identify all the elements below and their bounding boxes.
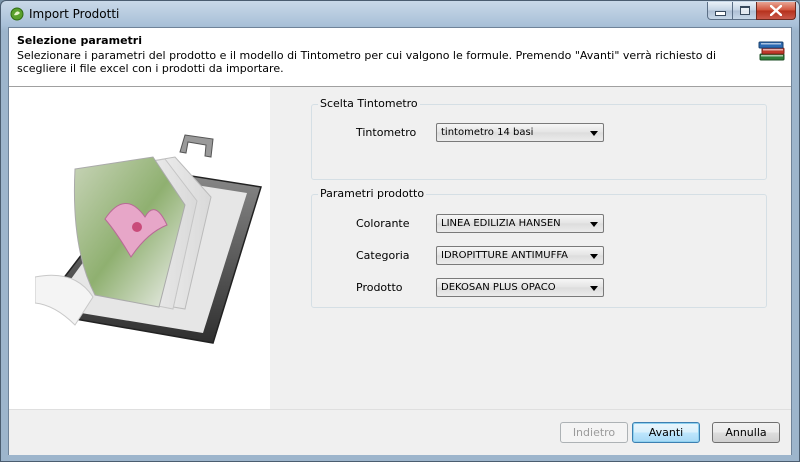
back-button[interactable]: Indietro (560, 422, 628, 443)
wizard-body: Scelta Tintometro Tintometro tintometro … (9, 87, 791, 409)
chevron-down-icon (590, 286, 598, 291)
page-description: Selezionare i parametri del prodotto e i… (17, 49, 717, 75)
page-title: Selezione parametri (17, 34, 142, 47)
maximize-button[interactable] (732, 2, 757, 20)
close-button[interactable] (756, 2, 796, 20)
prodotto-select[interactable]: DEKOSAN PLUS OPACO (436, 278, 604, 297)
tintometro-select[interactable]: tintometro 14 basi (436, 123, 604, 142)
categoria-select-value: IDROPITTURE ANTIMUFFA (441, 250, 569, 261)
close-icon (770, 5, 782, 16)
prodotto-select-value: DEKOSAN PLUS OPACO (441, 282, 556, 293)
tintometro-group-label: Scelta Tintometro (318, 97, 420, 110)
colorante-label: Colorante (356, 217, 410, 230)
book-illustration-icon (35, 134, 262, 344)
prodotto-label: Prodotto (356, 281, 403, 294)
window-title: Import Prodotti (29, 7, 120, 21)
parametri-prodotto-group: Parametri prodotto Colorante LINEA EDILI… (311, 187, 767, 308)
chevron-down-icon (590, 222, 598, 227)
colorante-select[interactable]: LINEA EDILIZIA HANSEN (436, 214, 604, 233)
colorante-select-value: LINEA EDILIZIA HANSEN (441, 218, 561, 229)
wizard-header: Selezione parametri Selezionare i parame… (9, 28, 791, 87)
chevron-down-icon (590, 254, 598, 259)
tintometro-group: Scelta Tintometro Tintometro tintometro … (311, 97, 767, 180)
minimize-button[interactable] (707, 2, 733, 20)
import-prodotti-window: Import Prodotti Selezione parametri Sele… (0, 0, 800, 462)
wizard-footer: Indietro Avanti Annulla (9, 409, 791, 455)
tintometro-select-value: tintometro 14 basi (441, 127, 534, 138)
cancel-button[interactable]: Annulla (712, 422, 780, 443)
illustration-panel (9, 87, 270, 409)
next-button[interactable]: Avanti (632, 422, 700, 443)
chevron-down-icon (590, 131, 598, 136)
title-bar[interactable]: Import Prodotti (1, 1, 799, 27)
books-icon (758, 41, 785, 61)
categoria-select[interactable]: IDROPITTURE ANTIMUFFA (436, 246, 604, 265)
maximize-icon (739, 6, 750, 15)
minimize-icon (714, 11, 726, 16)
categoria-label: Categoria (356, 249, 410, 262)
tintometro-label: Tintometro (356, 126, 417, 139)
app-icon (10, 7, 24, 21)
parametri-prodotto-group-label: Parametri prodotto (318, 187, 427, 200)
wizard-client: Selezione parametri Selezionare i parame… (8, 27, 792, 455)
